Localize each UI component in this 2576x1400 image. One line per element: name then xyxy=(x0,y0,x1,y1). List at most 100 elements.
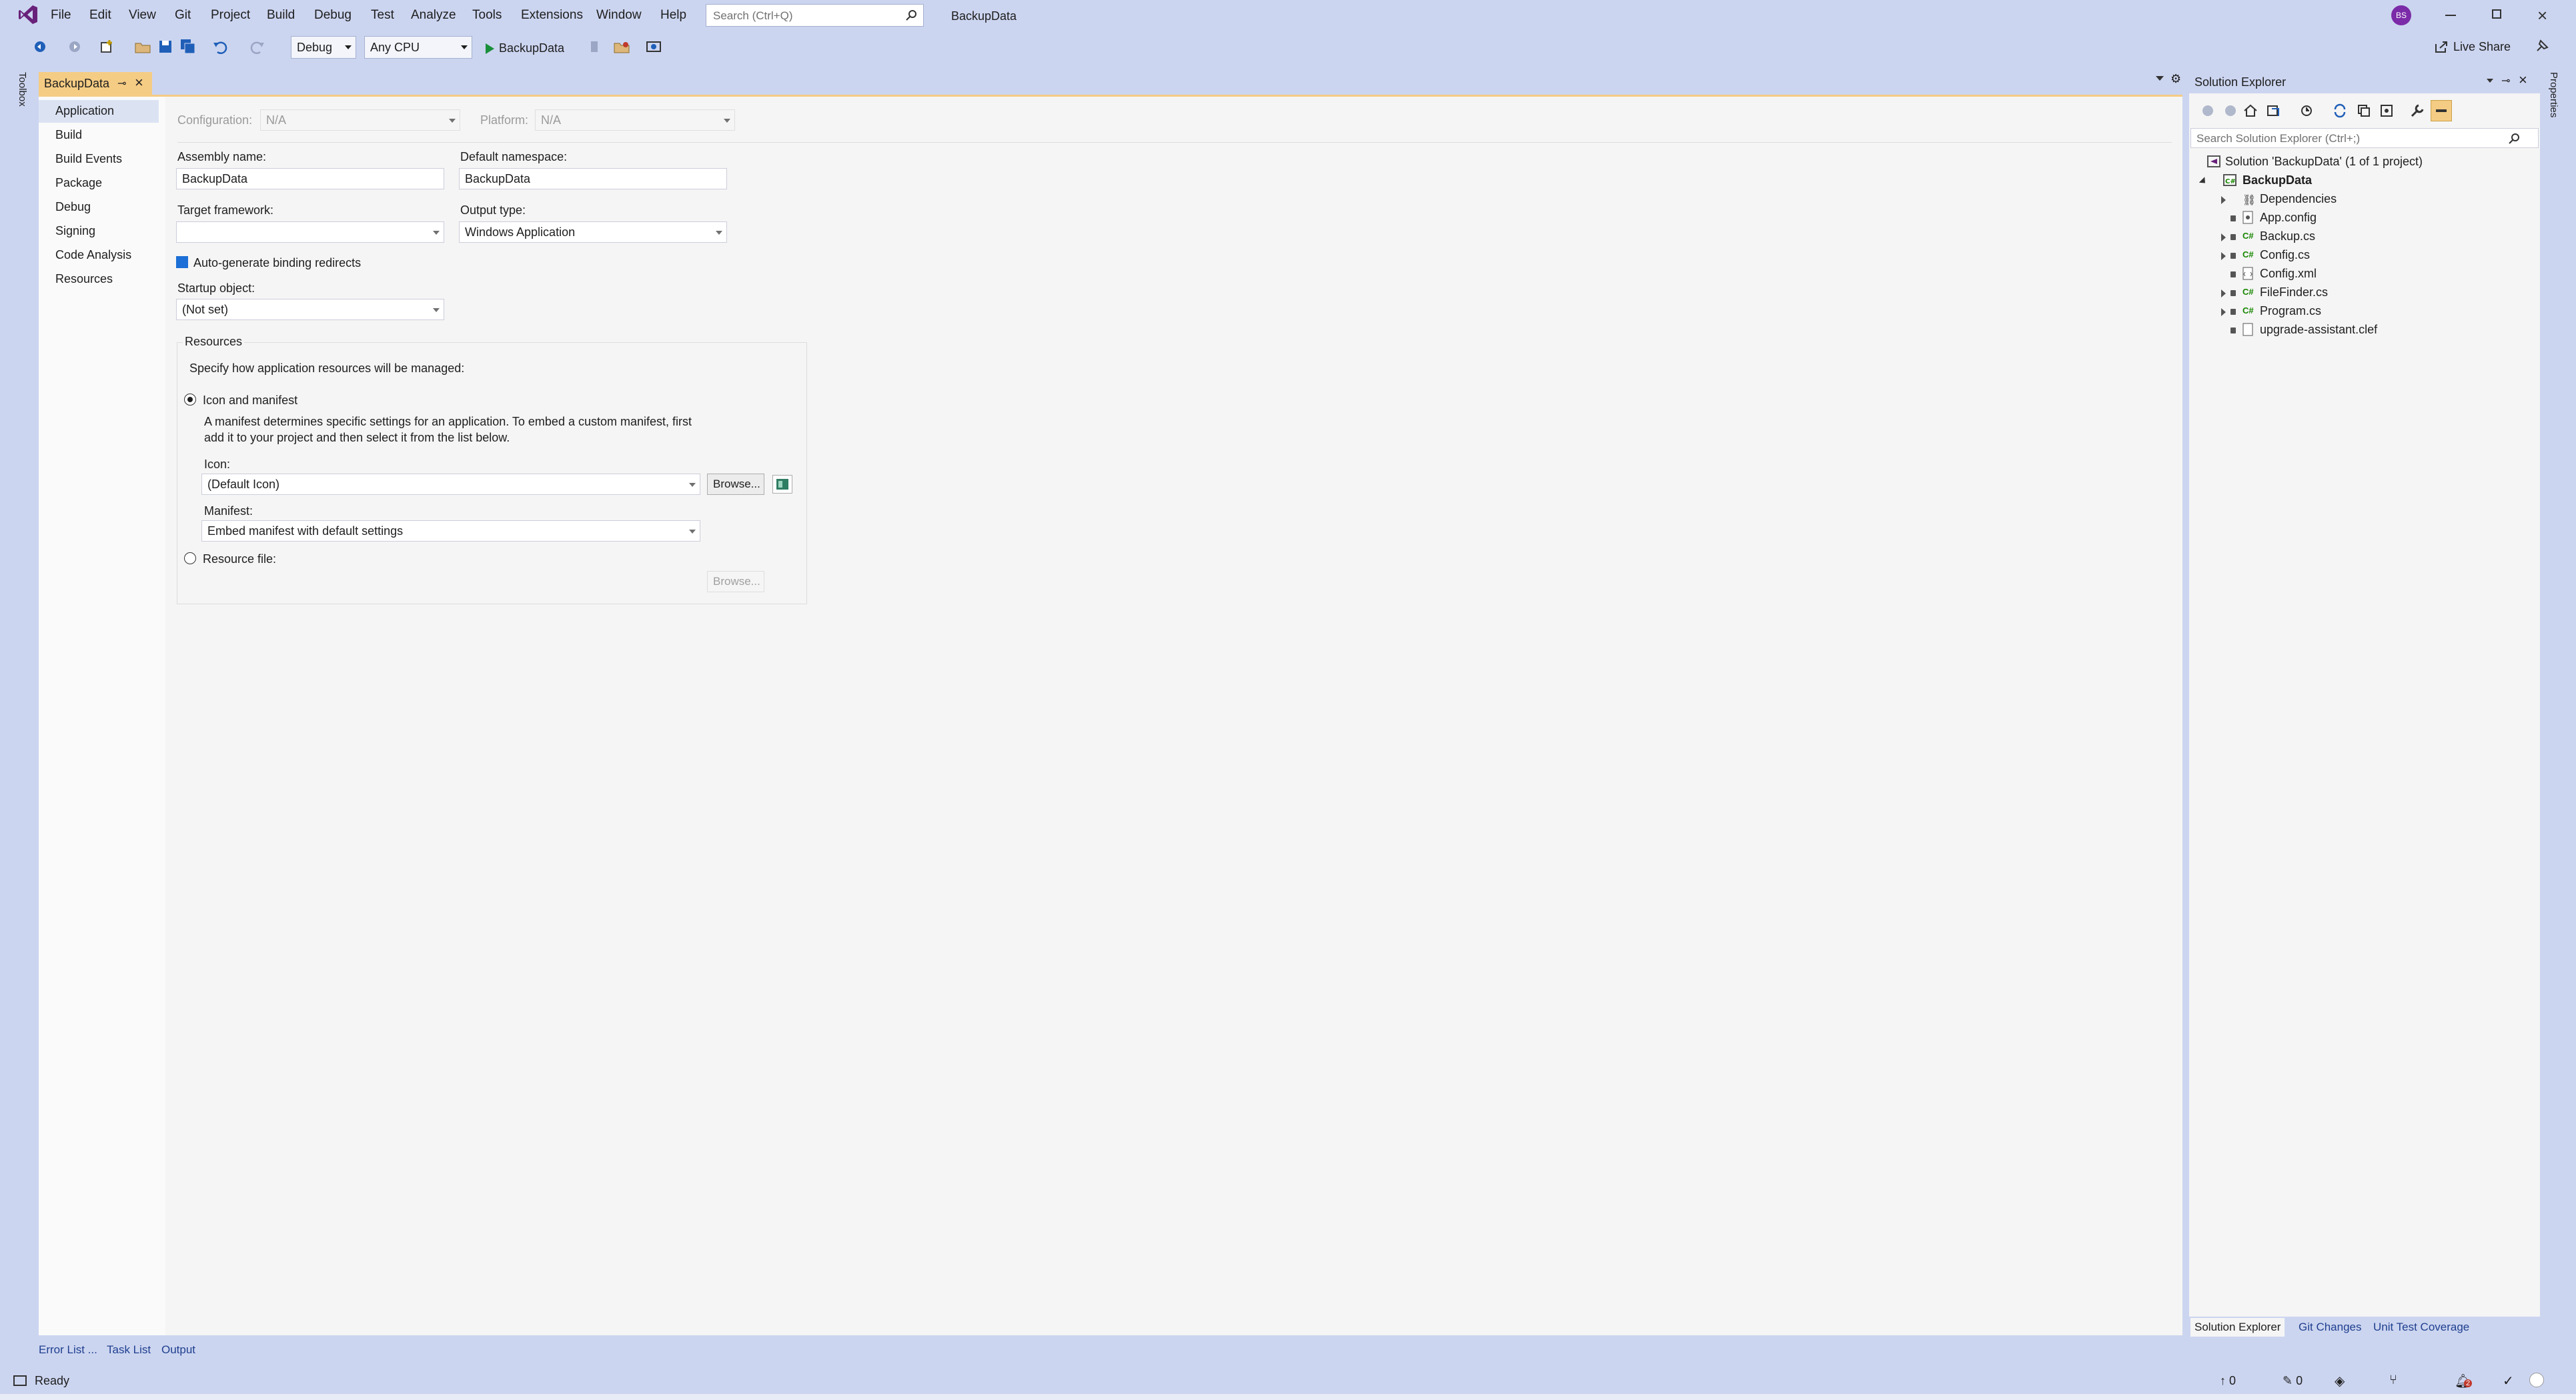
git-branch-icon[interactable]: ⑂ xyxy=(2389,1373,2397,1388)
status-ready-icon xyxy=(12,1374,28,1387)
default-namespace-input[interactable]: BackupData xyxy=(459,168,727,189)
pending-changes-icon[interactable] xyxy=(2299,103,2315,119)
menu-build[interactable]: Build xyxy=(267,8,295,23)
nav-resources[interactable]: Resources xyxy=(39,268,159,291)
search-box[interactable]: Search (Ctrl+Q) xyxy=(706,4,924,27)
collapse-all-icon[interactable] xyxy=(2356,103,2372,119)
settings-gear-icon[interactable]: ⚙ xyxy=(2170,72,2181,86)
breakpoint-folder-icon[interactable] xyxy=(612,37,631,56)
auto-binding-checkbox[interactable] xyxy=(176,256,188,268)
configuration-dropdown[interactable]: Debug xyxy=(291,36,356,59)
nav-code-analysis[interactable]: Code Analysis xyxy=(39,244,159,267)
close-tab-icon[interactable]: × xyxy=(135,74,143,91)
menu-tools[interactable]: Tools xyxy=(472,8,502,23)
undo-icon[interactable] xyxy=(211,37,229,56)
assembly-name-input[interactable]: BackupData xyxy=(176,168,444,189)
attach-icon[interactable] xyxy=(587,37,606,56)
panel-pin-icon[interactable]: ⊸ xyxy=(2501,74,2510,87)
avatar[interactable]: BS xyxy=(2391,5,2411,25)
menu-git[interactable]: Git xyxy=(175,8,191,23)
restore-icon[interactable] xyxy=(2492,9,2501,19)
close-icon[interactable]: × xyxy=(2537,5,2547,26)
pin-icon[interactable]: ⊸ xyxy=(117,77,126,90)
tab-output[interactable]: Output xyxy=(161,1343,195,1357)
up-arrow-icon: ↑ xyxy=(2220,1374,2230,1387)
tab-unit-test-coverage[interactable]: Unit Test Coverage xyxy=(2369,1318,2473,1337)
panel-close-icon[interactable]: × xyxy=(2519,71,2527,89)
git-repo-icon[interactable]: ◈ xyxy=(2335,1373,2345,1389)
target-framework-label: Target framework: xyxy=(177,203,274,217)
se-back-icon[interactable] xyxy=(2200,103,2216,119)
tree-item-label: Config.xml xyxy=(2260,267,2317,280)
menu-test[interactable]: Test xyxy=(371,8,394,23)
show-all-files-icon[interactable] xyxy=(2379,103,2395,119)
push-indicator[interactable]: ↑ 0 xyxy=(2220,1374,2236,1388)
tab-error-list[interactable]: Error List ... xyxy=(39,1343,97,1357)
icon-select[interactable]: (Default Icon) xyxy=(201,474,700,495)
solution-title: BackupData xyxy=(946,5,1026,27)
sync-icon[interactable] xyxy=(2332,103,2348,119)
changes-indicator[interactable]: ✎ 0 xyxy=(2283,1374,2303,1388)
tab-git-changes[interactable]: Git Changes xyxy=(2295,1318,2366,1337)
panel-dropdown-icon[interactable] xyxy=(2487,79,2493,83)
live-share-status-icon[interactable]: ✓ xyxy=(2503,1373,2514,1389)
live-share-button[interactable]: Live Share xyxy=(2435,40,2511,54)
toolbox-tab[interactable]: Toolbox xyxy=(13,72,28,125)
switch-views-icon[interactable] xyxy=(2265,103,2281,119)
output-type-select[interactable]: Windows Application xyxy=(459,221,727,243)
project-label: BackupData xyxy=(2242,173,2313,187)
document-tab-backupdata[interactable]: BackupData ⊸ × xyxy=(39,72,152,95)
properties-tab[interactable]: Properties xyxy=(2545,72,2559,139)
vs-logo-icon[interactable] xyxy=(17,4,39,25)
platform-dropdown[interactable]: Any CPU xyxy=(364,36,472,59)
nav-application[interactable]: Application xyxy=(39,100,159,123)
startup-object-select[interactable]: (Not set) xyxy=(176,299,444,320)
properties-wrench-icon[interactable] xyxy=(2409,103,2425,119)
copilot-status-icon[interactable] xyxy=(2529,1373,2544,1387)
resource-file-radio[interactable] xyxy=(184,552,196,564)
csharp-file-icon: C# xyxy=(2242,287,2254,297)
notifications-indicator[interactable]: 🔔︎ 2 xyxy=(2455,1373,2473,1389)
tab-overflow-icon[interactable] xyxy=(2156,76,2164,81)
new-project-icon[interactable] xyxy=(97,37,116,56)
solution-search-input[interactable]: Search Solution Explorer (Ctrl+;) xyxy=(2190,128,2539,148)
icon-manifest-label: Icon and manifest xyxy=(203,394,298,407)
open-folder-icon[interactable] xyxy=(133,37,152,56)
icon-manifest-radio[interactable] xyxy=(184,394,196,406)
forward-icon[interactable] xyxy=(65,37,84,56)
menu-project[interactable]: Project xyxy=(211,8,250,23)
icon-value: (Default Icon) xyxy=(207,478,280,491)
menu-extensions[interactable]: Extensions xyxy=(521,8,583,23)
nav-build-events[interactable]: Build Events xyxy=(39,148,159,171)
target-framework-select[interactable] xyxy=(176,221,444,243)
feedback-icon[interactable] xyxy=(2535,37,2551,53)
menu-debug[interactable]: Debug xyxy=(314,8,352,23)
screenshot-icon[interactable] xyxy=(644,37,663,56)
configuration-label: Configuration: xyxy=(177,113,253,127)
tab-solution-explorer[interactable]: Solution Explorer xyxy=(2190,1318,2285,1337)
save-icon[interactable] xyxy=(156,37,175,56)
save-all-icon[interactable] xyxy=(179,37,197,56)
solution-explorer-title: Solution Explorer xyxy=(2194,75,2287,89)
nav-signing[interactable]: Signing xyxy=(39,220,159,243)
tab-task-list[interactable]: Task List xyxy=(107,1343,151,1357)
minimize-icon[interactable] xyxy=(2445,15,2456,16)
menu-edit[interactable]: Edit xyxy=(89,8,111,23)
menu-help[interactable]: Help xyxy=(660,8,686,23)
start-button[interactable]: BackupData xyxy=(482,37,567,59)
manifest-select[interactable]: Embed manifest with default settings xyxy=(201,520,700,542)
nav-debug[interactable]: Debug xyxy=(39,196,159,219)
icon-browse-button[interactable]: Browse... xyxy=(707,474,764,495)
resource-file-label: Resource file: xyxy=(203,552,277,566)
back-icon[interactable] xyxy=(31,37,49,56)
nav-package[interactable]: Package xyxy=(39,172,159,195)
menu-view[interactable]: View xyxy=(129,8,156,23)
menu-file[interactable]: File xyxy=(51,8,71,23)
nav-build[interactable]: Build xyxy=(39,124,159,147)
menu-analyze[interactable]: Analyze xyxy=(411,8,456,23)
se-forward-icon[interactable] xyxy=(2222,103,2238,119)
preview-selected-icon[interactable] xyxy=(2431,100,2452,121)
home-icon[interactable] xyxy=(2242,103,2259,119)
menu-window[interactable]: Window xyxy=(596,8,642,23)
redo-icon[interactable] xyxy=(248,37,267,56)
